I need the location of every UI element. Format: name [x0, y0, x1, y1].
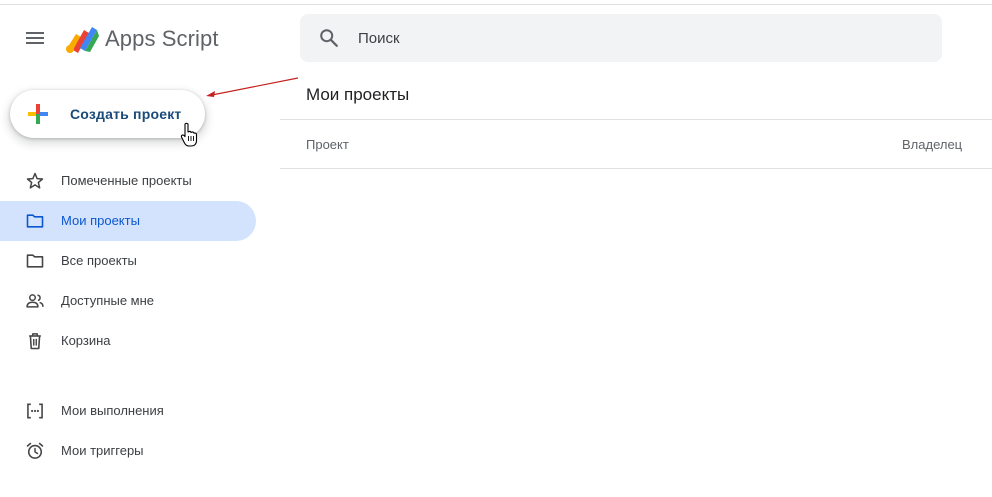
sidebar-item-executions[interactable]: Мои выполнения: [0, 391, 256, 431]
sidebar-item-label: Мои выполнения: [61, 403, 164, 418]
sidebar-nav: Помеченные проекты Мои проекты Все проек…: [0, 161, 256, 471]
sidebar-item-all-projects[interactable]: Все проекты: [0, 241, 256, 281]
sidebar-item-starred[interactable]: Помеченные проекты: [0, 161, 256, 201]
page-title: Мои проекты: [306, 85, 410, 104]
menu-line: [26, 42, 44, 44]
column-header-project[interactable]: Проект: [306, 137, 349, 152]
sidebar-item-my-projects[interactable]: Мои проекты: [0, 201, 256, 241]
star-icon: [26, 172, 44, 189]
create-project-label: Создать проект: [70, 106, 182, 122]
app-title[interactable]: Apps Script: [105, 26, 219, 52]
alarm-clock-icon: [26, 442, 44, 459]
apps-script-logo-icon[interactable]: [64, 24, 100, 54]
sidebar-item-shared[interactable]: Доступные мне: [0, 281, 256, 321]
search-input[interactable]: [358, 22, 918, 54]
sidebar-item-label: Корзина: [61, 333, 111, 348]
main-menu-button[interactable]: [22, 26, 50, 50]
sidebar-item-label: Все проекты: [61, 253, 137, 268]
annotation-arrow: [206, 77, 299, 97]
column-header-owner[interactable]: Владелец: [902, 137, 962, 152]
create-project-button[interactable]: Создать проект: [10, 90, 205, 138]
menu-line: [26, 37, 44, 39]
sidebar-item-label: Помеченные проекты: [61, 173, 192, 188]
plus-icon: [28, 104, 48, 124]
search-icon[interactable]: [318, 27, 340, 49]
folder-icon: [26, 254, 44, 268]
sidebar-item-triggers[interactable]: Мои триггеры: [0, 431, 256, 471]
table-divider: [280, 168, 992, 169]
sidebar-item-label: Доступные мне: [61, 293, 155, 308]
sidebar-item-label: Мои триггеры: [61, 443, 144, 458]
sidebar-item-trash[interactable]: Корзина: [0, 321, 256, 361]
header-divider: [280, 119, 992, 120]
menu-line: [26, 32, 44, 34]
hand-cursor-icon: [180, 122, 198, 147]
sidebar-item-label: Мои проекты: [61, 213, 140, 228]
search-bar[interactable]: [300, 14, 942, 62]
top-divider: [0, 4, 992, 5]
executions-icon: [27, 403, 43, 419]
trash-icon: [29, 333, 41, 350]
folder-icon: [26, 214, 44, 228]
people-icon: [26, 294, 44, 308]
